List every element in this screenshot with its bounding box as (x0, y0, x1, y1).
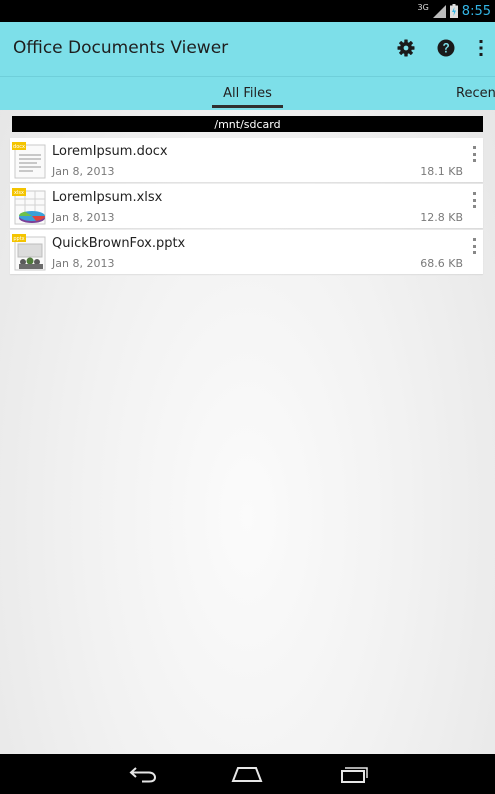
status-indicators: 3G 8:55 (418, 0, 492, 22)
signal-icon (432, 4, 446, 18)
network-type-label: 3G (417, 2, 429, 12)
list-item[interactable]: docx LoremIpsum.docx Jan 8, 2013 18.1 KB (10, 138, 483, 182)
current-path: /mnt/sdcard (12, 116, 483, 132)
clock: 8:55 (461, 3, 491, 19)
docx-file-icon: docx (12, 142, 46, 179)
file-date: Jan 8, 2013 (52, 165, 115, 178)
item-overflow-menu-icon[interactable] (471, 146, 477, 162)
overflow-menu-icon[interactable] (470, 37, 492, 59)
item-overflow-menu-icon[interactable] (471, 238, 477, 254)
list-item[interactable]: xlsx LoremIpsum.xlsx Jan 8, 2013 12.8 KB (10, 184, 483, 228)
status-bar: 3G 8:55 (0, 0, 495, 22)
file-name: QuickBrownFox.pptx (52, 236, 186, 251)
settings-icon[interactable] (395, 37, 417, 59)
file-size: 68.6 KB (420, 257, 463, 270)
tab-label: Recent (456, 86, 495, 101)
help-icon[interactable] (435, 37, 457, 59)
item-overflow-menu-icon[interactable] (471, 192, 477, 208)
tab-all-files[interactable]: All Files (212, 77, 283, 110)
back-icon[interactable] (126, 762, 160, 786)
file-name: LoremIpsum.xlsx (52, 190, 163, 205)
home-icon[interactable] (230, 762, 264, 786)
file-size: 18.1 KB (420, 165, 463, 178)
file-size: 12.8 KB (420, 211, 463, 224)
pptx-file-icon: pptx (12, 234, 46, 271)
app-title: Office Documents Viewer (13, 38, 229, 58)
navigation-bar (0, 754, 495, 794)
file-badge: xlsx (14, 190, 24, 196)
tab-label: All Files (223, 86, 272, 101)
file-name: LoremIpsum.docx (52, 144, 168, 159)
list-item[interactable]: pptx QuickBrownFox.pptx Jan 8, 2013 68.6… (10, 230, 483, 274)
selected-tab-indicator (212, 105, 283, 108)
file-list: docx LoremIpsum.docx Jan 8, 2013 18.1 KB… (10, 138, 483, 276)
file-badge: docx (13, 144, 25, 150)
xlsx-file-icon: xlsx (12, 188, 46, 225)
action-bar: Office Documents Viewer (0, 22, 495, 76)
file-date: Jan 8, 2013 (52, 211, 115, 224)
battery-charging-icon (449, 4, 458, 18)
file-badge: pptx (13, 236, 24, 242)
tab-recent[interactable]: Recent (456, 77, 495, 110)
file-date: Jan 8, 2013 (52, 257, 115, 270)
recent-apps-icon[interactable] (336, 762, 370, 786)
tab-bar: All Files Recent (0, 76, 495, 110)
